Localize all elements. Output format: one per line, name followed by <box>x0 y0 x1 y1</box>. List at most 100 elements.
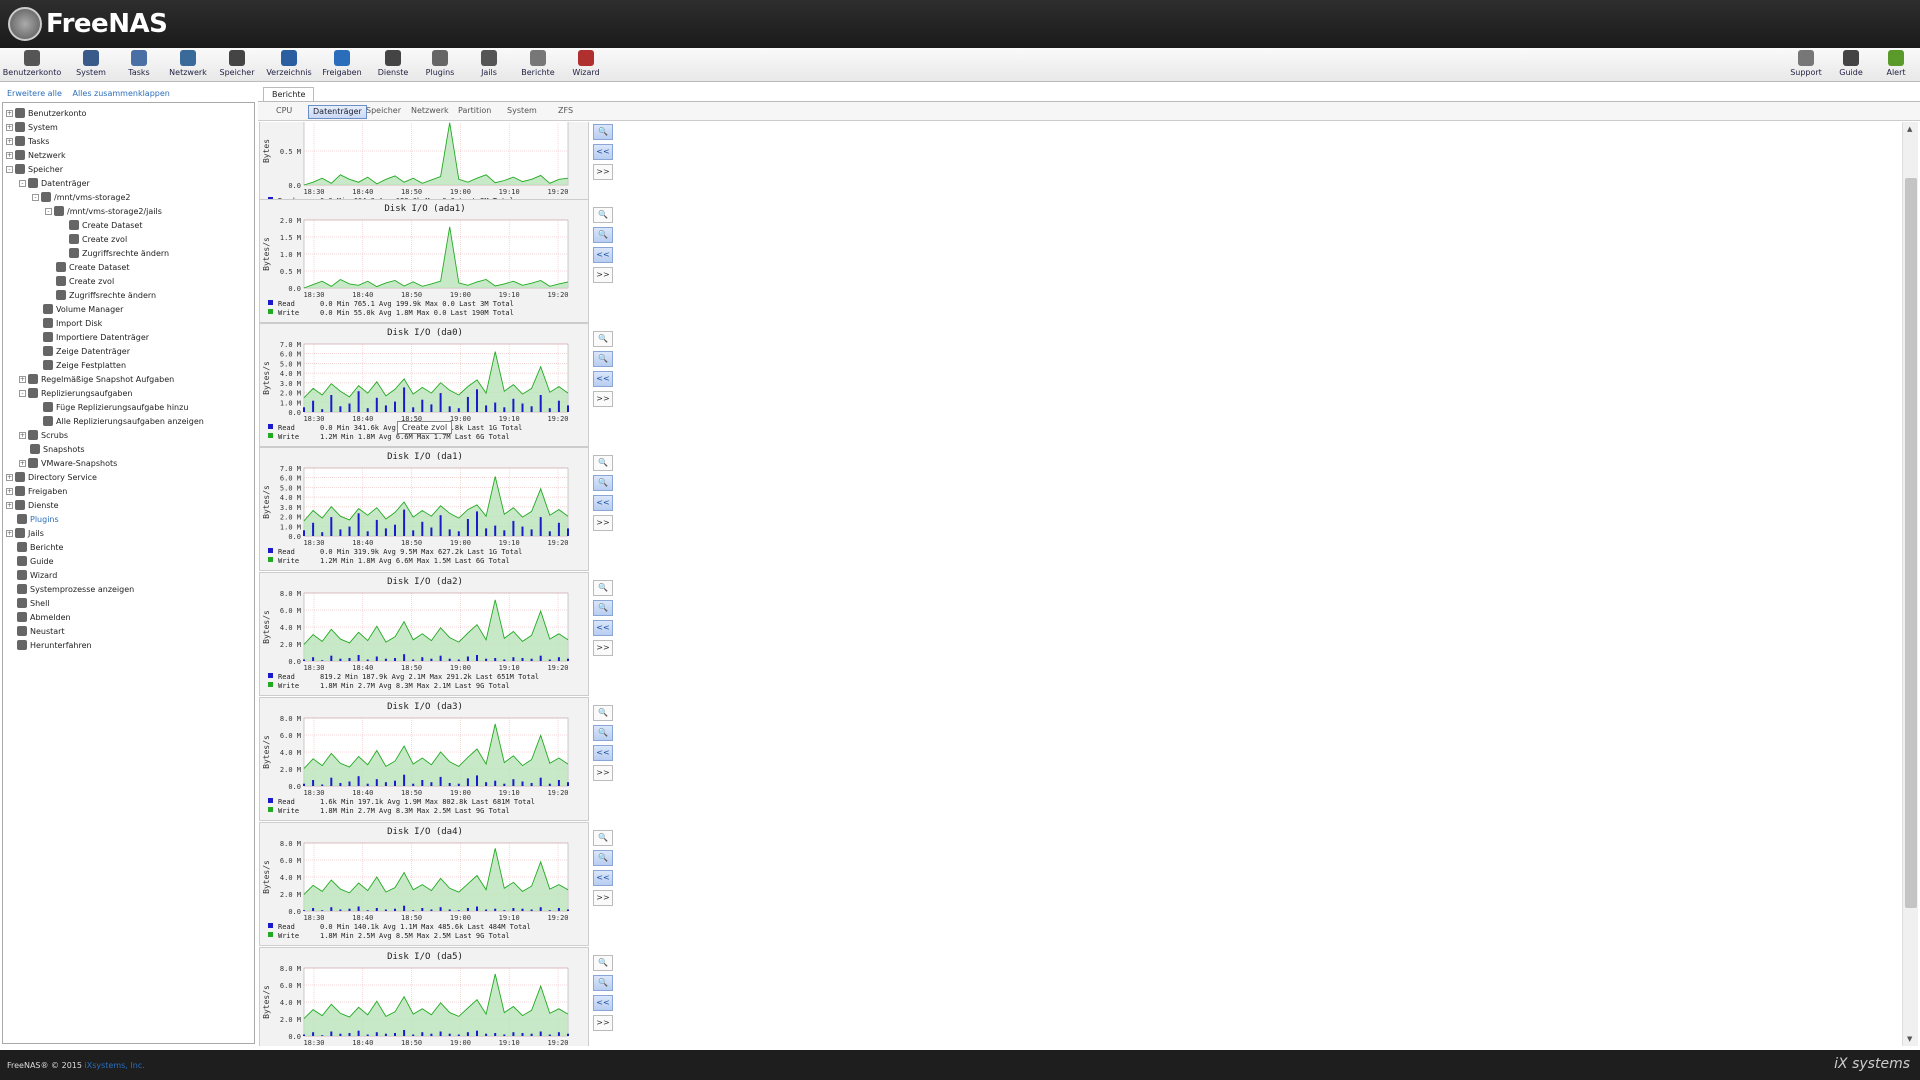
scroll-up-icon[interactable]: ▲ <box>1907 125 1912 133</box>
collapse-icon[interactable]: - <box>32 193 39 201</box>
back-button[interactable]: << <box>593 371 613 387</box>
expand-icon[interactable]: + <box>19 431 26 439</box>
zoom-out-icon[interactable]: 🔍 <box>593 850 613 866</box>
toolbar-wizard-button[interactable]: Wizard <box>566 50 606 80</box>
zoom-out-icon[interactable]: 🔍 <box>593 600 613 616</box>
toolbar-tasks-button[interactable]: Tasks <box>119 50 159 80</box>
tree-item[interactable]: Herunterfahren <box>6 638 92 652</box>
toolbar-verzeichnis-button[interactable]: Verzeichnis <box>266 50 312 80</box>
scrollbar-thumb[interactable] <box>1905 178 1917 908</box>
tree-item[interactable]: - Replizierungsaufgaben <box>19 386 133 400</box>
tree-item[interactable]: Zugriffsrechte ändern <box>58 246 169 260</box>
tree-item[interactable]: + Netzwerk <box>6 148 66 162</box>
tree-item[interactable]: Plugins <box>6 512 59 526</box>
toolbar-jails-button[interactable]: Jails <box>469 50 509 80</box>
tab-partition[interactable]: Partition <box>454 105 495 119</box>
tree-item[interactable]: + Tasks <box>6 134 49 148</box>
zoom-in-icon[interactable]: 🔍 <box>593 705 613 721</box>
forward-button[interactable]: >> <box>593 640 613 656</box>
tree-item[interactable]: Wizard <box>6 568 57 582</box>
tree-item[interactable]: + Jails <box>6 526 44 540</box>
collapse-icon[interactable]: - <box>19 389 26 397</box>
toolbar-plugins-button[interactable]: Plugins <box>420 50 460 80</box>
back-button[interactable]: << <box>593 995 613 1011</box>
expand-icon[interactable]: + <box>19 459 26 467</box>
toolbar-guide-button[interactable]: Guide <box>1833 50 1869 80</box>
zoom-out-icon[interactable]: 🔍 <box>593 725 613 741</box>
expand-icon[interactable]: + <box>19 375 26 383</box>
tree-item[interactable]: + Dienste <box>6 498 59 512</box>
forward-button[interactable]: >> <box>593 765 613 781</box>
toolbar-system-button[interactable]: System <box>71 50 111 80</box>
toolbar-berichte-button[interactable]: Berichte <box>518 50 558 80</box>
company-link[interactable]: iXsystems, Inc. <box>85 1061 145 1070</box>
zoom-in-icon[interactable]: 🔍 <box>593 331 613 347</box>
forward-button[interactable]: >> <box>593 391 613 407</box>
tab-system[interactable]: System <box>503 105 541 119</box>
back-button[interactable]: << <box>593 247 613 263</box>
tree-item[interactable]: Abmelden <box>6 610 71 624</box>
zoom-out-icon[interactable]: 🔍 <box>593 975 613 991</box>
expand-icon[interactable]: + <box>6 123 13 131</box>
tree-item[interactable]: Füge Replizierungsaufgabe hinzu <box>32 400 188 414</box>
zoom-out-icon[interactable]: 🔍 <box>593 351 613 367</box>
tab-berichte[interactable]: Berichte <box>263 87 315 101</box>
forward-button[interactable]: >> <box>593 267 613 283</box>
tree-item[interactable]: Import Disk <box>32 316 102 330</box>
tree-item[interactable]: + System <box>6 120 58 134</box>
zoom-in-icon[interactable]: 🔍 <box>593 580 613 596</box>
tree-item[interactable]: - Datenträger <box>19 176 90 190</box>
tree-item[interactable]: + Freigaben <box>6 484 67 498</box>
freenas-logo[interactable]: FreeNAS <box>8 4 168 44</box>
toolbar-alert-button[interactable]: Alert <box>1878 50 1914 80</box>
tree-item[interactable]: Zeige Datenträger <box>32 344 130 358</box>
tree-item[interactable]: Berichte <box>6 540 63 554</box>
scroll-down-icon[interactable]: ▼ <box>1907 1035 1912 1043</box>
tree-item[interactable]: Create zvol <box>58 232 127 246</box>
tree-item[interactable]: + Directory Service <box>6 470 97 484</box>
toolbar-speicher-button[interactable]: Speicher <box>217 50 257 80</box>
tab-cpu[interactable]: CPU <box>272 105 296 119</box>
tree-item[interactable]: + VMware-Snapshots <box>19 456 117 470</box>
expand-icon[interactable]: + <box>6 151 13 159</box>
zoom-out-icon[interactable]: 🔍 <box>593 124 613 140</box>
toolbar-netzwerk-button[interactable]: Netzwerk <box>168 50 208 80</box>
collapse-all-link[interactable]: Alles zusammenklappen <box>72 89 169 98</box>
collapse-icon[interactable]: - <box>6 165 13 173</box>
tab-netzwerk[interactable]: Netzwerk <box>407 105 453 119</box>
tree-item[interactable]: Importiere Datenträger <box>32 330 149 344</box>
tree-item[interactable]: + Scrubs <box>19 428 68 442</box>
tab-speicher[interactable]: Speicher <box>362 105 405 119</box>
tree-item[interactable]: Zeige Festplatten <box>32 358 126 372</box>
tree-item[interactable]: Guide <box>6 554 54 568</box>
zoom-in-icon[interactable]: 🔍 <box>593 955 613 971</box>
forward-button[interactable]: >> <box>593 1015 613 1031</box>
tree-item[interactable]: Create Dataset <box>58 218 142 232</box>
back-button[interactable]: << <box>593 495 613 511</box>
zoom-in-icon[interactable]: 🔍 <box>593 207 613 223</box>
tree-item[interactable]: Alle Replizierungsaufgaben anzeigen <box>32 414 204 428</box>
back-button[interactable]: << <box>593 144 613 160</box>
expand-icon[interactable]: + <box>6 137 13 145</box>
toolbar-support-button[interactable]: Support <box>1788 50 1824 80</box>
tree-item[interactable]: Snapshots <box>19 442 85 456</box>
tab-zfs[interactable]: ZFS <box>554 105 577 119</box>
expand-icon[interactable]: + <box>6 501 13 509</box>
toolbar-freigaben-button[interactable]: Freigaben <box>322 50 362 80</box>
tab-datenträger[interactable]: Datenträger <box>308 105 367 119</box>
back-button[interactable]: << <box>593 620 613 636</box>
tree-item[interactable]: Create zvol <box>45 274 114 288</box>
toolbar-benutzerkonto-button[interactable]: Benutzerkonto <box>3 50 61 80</box>
tree-item[interactable]: - /mnt/vms-storage2 <box>32 190 130 204</box>
tree-item[interactable]: Shell <box>6 596 50 610</box>
zoom-out-icon[interactable]: 🔍 <box>593 475 613 491</box>
expand-icon[interactable]: + <box>6 473 13 481</box>
forward-button[interactable]: >> <box>593 164 613 180</box>
tree-item[interactable]: Create Dataset <box>45 260 129 274</box>
zoom-in-icon[interactable]: 🔍 <box>593 455 613 471</box>
tree-item[interactable]: + Benutzerkonto <box>6 106 86 120</box>
forward-button[interactable]: >> <box>593 515 613 531</box>
vertical-scrollbar[interactable]: ▲ ▼ <box>1902 122 1918 1046</box>
forward-button[interactable]: >> <box>593 890 613 906</box>
tree-item[interactable]: - Speicher <box>6 162 63 176</box>
